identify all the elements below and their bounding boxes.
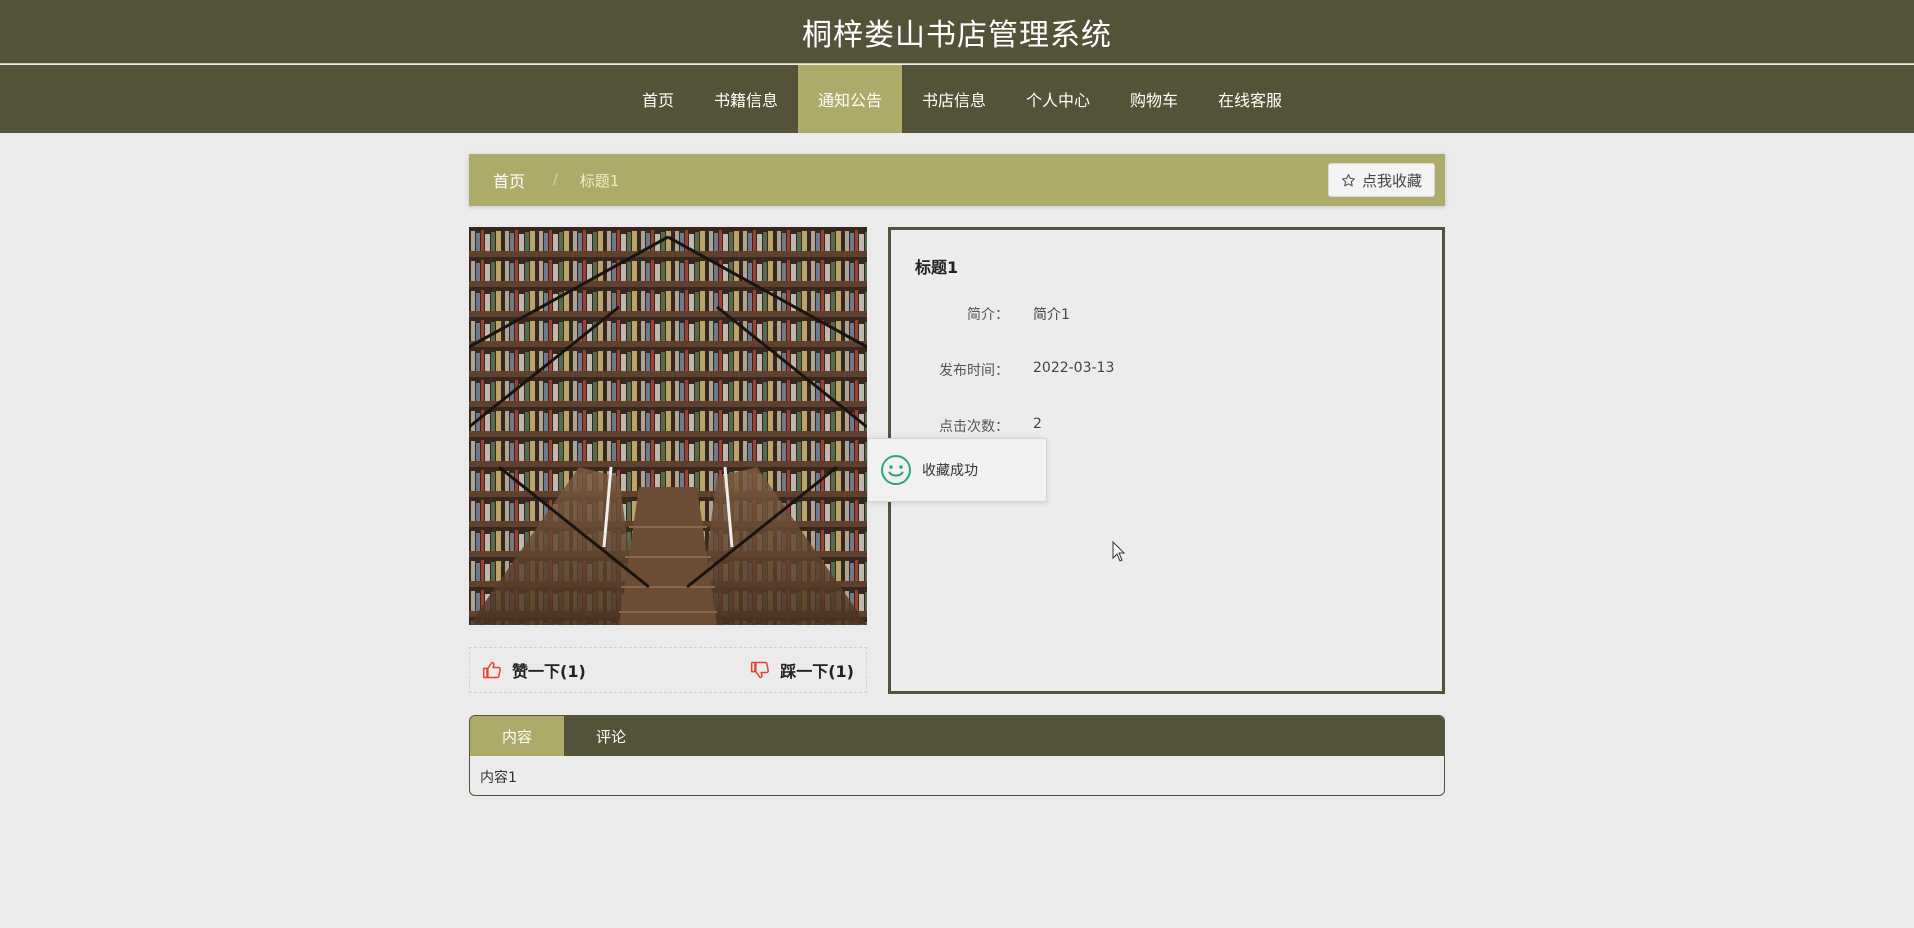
nav-list: 首页 书籍信息 通知公告 书店信息 个人中心 购物车 在线客服 bbox=[622, 65, 1302, 133]
nav-item-notices[interactable]: 通知公告 bbox=[797, 65, 902, 133]
nav-item-books[interactable]: 书籍信息 bbox=[694, 65, 798, 133]
thumbs-up-icon bbox=[482, 661, 501, 679]
site-title: 桐梓娄山书店管理系统 bbox=[802, 17, 1112, 53]
tab-panel-content: 内容1 bbox=[480, 770, 517, 786]
detail-row-click-count: 点击次数： 2 bbox=[891, 416, 1042, 436]
breadcrumb-current: 标题1 bbox=[579, 171, 620, 190]
tab-content[interactable]: 内容 bbox=[470, 716, 564, 756]
nav-item-online-service[interactable]: 在线客服 bbox=[1198, 65, 1302, 133]
detail-label: 简介： bbox=[967, 307, 1009, 323]
favorite-button-label: 点我收藏 bbox=[1361, 171, 1422, 190]
favorite-button[interactable]: 点我收藏 bbox=[1327, 163, 1435, 197]
thumbs-down-icon bbox=[751, 661, 770, 679]
like-button[interactable]: 赞一下(1) bbox=[482, 658, 586, 682]
nav-item-store-info[interactable]: 书店信息 bbox=[902, 65, 1006, 133]
detail-label: 点击次数： bbox=[939, 419, 1009, 435]
detail-value: 简介1 bbox=[1033, 307, 1070, 323]
tab-header: 内容 评论 bbox=[470, 716, 1444, 756]
dislike-label: 踩一下(1) bbox=[780, 662, 854, 681]
like-label: 赞一下(1) bbox=[512, 662, 586, 681]
notice-image bbox=[469, 227, 867, 625]
nav-item-user-center[interactable]: 个人中心 bbox=[1006, 65, 1110, 133]
toast-message: 收藏成功 bbox=[922, 463, 978, 479]
vote-bar: 赞一下(1) 踩一下(1) bbox=[469, 647, 867, 693]
main-nav: 首页 书籍信息 通知公告 书店信息 个人中心 购物车 在线客服 bbox=[0, 65, 1914, 133]
smiley-icon bbox=[881, 455, 911, 485]
mouse-cursor-icon bbox=[1112, 541, 1126, 562]
breadcrumb-home-link[interactable]: 首页 bbox=[493, 168, 525, 192]
breadcrumb-separator: / bbox=[553, 172, 558, 188]
detail-title: 标题1 bbox=[915, 258, 959, 277]
star-outline-icon bbox=[1341, 173, 1355, 186]
dislike-button[interactable]: 踩一下(1) bbox=[750, 658, 854, 682]
detail-row-summary: 简介： 简介1 bbox=[891, 304, 1070, 324]
tab-comments[interactable]: 评论 bbox=[564, 716, 658, 756]
nav-item-cart[interactable]: 购物车 bbox=[1110, 65, 1198, 133]
detail-value: 2 bbox=[1033, 416, 1042, 432]
detail-row-publish-time: 发布时间： 2022-03-13 bbox=[891, 360, 1114, 380]
content-tabs: 内容 评论 内容1 bbox=[469, 715, 1445, 796]
success-toast: 收藏成功 bbox=[867, 438, 1047, 502]
nav-item-home[interactable]: 首页 bbox=[622, 65, 694, 133]
detail-label: 发布时间： bbox=[939, 363, 1009, 379]
detail-value: 2022-03-13 bbox=[1033, 360, 1115, 376]
breadcrumb: 首页 / 标题1 点我收藏 bbox=[469, 154, 1445, 206]
site-header: 桐梓娄山书店管理系统 bbox=[0, 0, 1914, 64]
